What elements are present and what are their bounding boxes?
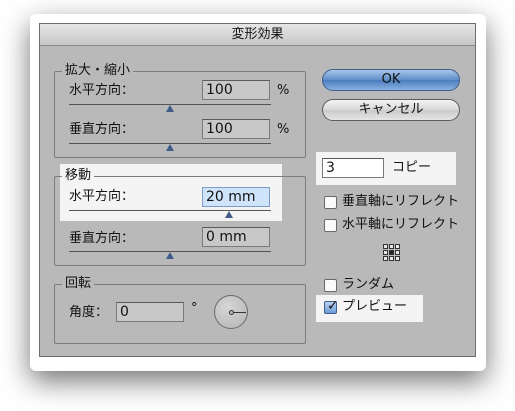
move-horizontal-slider-thumb[interactable] [225, 211, 233, 218]
rotate-angle-unit: ° [191, 301, 198, 316]
move-legend: 移動 [62, 168, 95, 184]
reflect-vertical-label[interactable]: 垂直軸にリフレクト [342, 194, 459, 210]
scale-vertical-label: 垂直方向： [69, 122, 135, 137]
move-vertical-slider-thumb[interactable] [166, 252, 174, 259]
dialog-title: 変形効果 [40, 24, 475, 46]
scale-horizontal-unit: % [277, 83, 290, 98]
copies-input[interactable]: 3 [322, 158, 384, 178]
random-checkbox[interactable] [324, 279, 337, 292]
rotate-legend: 回転 [62, 276, 95, 292]
checkmark-icon: ✓ [327, 298, 339, 314]
scale-horizontal-slider-thumb[interactable] [166, 105, 174, 112]
move-horizontal-input[interactable]: 20 mm [202, 187, 270, 207]
rotate-angle-label: 角度： [69, 305, 109, 320]
scale-horizontal-input[interactable]: 100 [202, 80, 270, 100]
scale-horizontal-label: 水平方向： [69, 83, 135, 98]
copies-label: コピー [392, 160, 432, 175]
rotation-dial[interactable] [214, 295, 248, 329]
move-horizontal-label: 水平方向： [69, 189, 135, 204]
move-vertical-input[interactable]: 0 mm [202, 227, 270, 247]
rotation-dial-center [229, 310, 234, 315]
move-horizontal-slider-track[interactable] [69, 210, 271, 211]
move-group: 移動 水平方向： 20 mm 垂直方向： 0 mm [54, 168, 306, 266]
cancel-button[interactable]: キャンセル [322, 99, 460, 121]
reflect-vertical-checkbox[interactable] [324, 196, 337, 209]
move-vertical-label: 垂直方向： [69, 231, 135, 246]
scale-legend: 拡大・縮小 [62, 63, 134, 79]
random-label[interactable]: ランダム [342, 277, 394, 293]
ok-button[interactable]: OK [322, 69, 460, 91]
scale-vertical-unit: % [277, 122, 290, 137]
scale-group: 拡大・縮小 水平方向： 100 % 垂直方向： 100 % [54, 63, 306, 158]
scale-vertical-slider-thumb[interactable] [166, 144, 174, 151]
rotate-group: 回転 角度： 0 ° [54, 276, 306, 344]
scale-vertical-input[interactable]: 100 [202, 119, 270, 139]
rotate-angle-input[interactable]: 0 [116, 302, 184, 322]
transform-effect-dialog: 変形効果 拡大・縮小 水平方向： 100 % 垂直方向： 100 % 移動 水平… [39, 23, 476, 357]
reflect-horizontal-checkbox[interactable] [324, 219, 337, 232]
preview-checkbox[interactable]: ✓ [324, 298, 339, 314]
reflect-horizontal-label[interactable]: 水平軸にリフレクト [342, 217, 459, 233]
preview-label[interactable]: プレビュー [342, 299, 407, 315]
reference-point-icon[interactable] [383, 244, 400, 261]
